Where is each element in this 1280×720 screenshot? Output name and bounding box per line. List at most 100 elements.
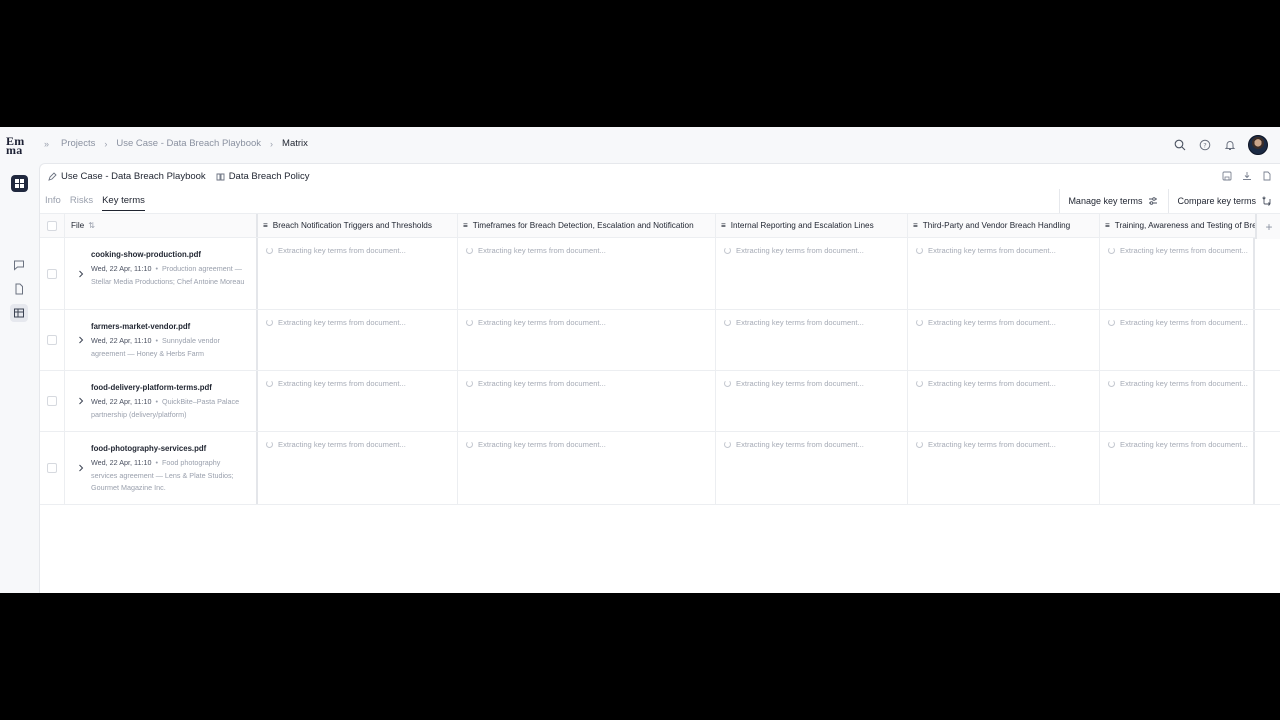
table-row[interactable]: food-photography-services.pdf Wed, 22 Ap… [40, 432, 1280, 505]
key-term-cell[interactable]: Extracting key terms from document... [1100, 432, 1255, 504]
breadcrumb-projects[interactable]: Projects [61, 138, 95, 149]
breadcrumb-use-case[interactable]: Use Case - Data Breach Playbook [116, 138, 261, 149]
sliders-icon [1149, 197, 1158, 205]
column-header-breach-triggers[interactable]: ≡ Breach Notification Triggers and Thresh… [258, 214, 458, 237]
loading-spinner-icon [266, 380, 273, 387]
emma-logo[interactable]: Em ma [6, 135, 25, 156]
svg-text:?: ? [1203, 141, 1206, 149]
row-checkbox[interactable] [47, 335, 57, 345]
loading-spinner-icon [1108, 319, 1115, 326]
file-name[interactable]: cooking-show-production.pdf [91, 250, 246, 259]
loading-spinner-icon [266, 441, 273, 448]
loading-spinner-icon [724, 247, 731, 254]
key-term-cell[interactable]: Extracting key terms from document... [716, 310, 908, 370]
file-name[interactable]: farmers-market-vendor.pdf [91, 322, 246, 331]
loading-spinner-icon [466, 441, 473, 448]
key-term-cell[interactable]: Extracting key terms from document... [908, 238, 1100, 309]
key-term-cell[interactable]: Extracting key terms from document... [716, 432, 908, 504]
workspace-grid-icon[interactable] [11, 175, 28, 192]
column-header-third-party[interactable]: ≡ Third-Party and Vendor Breach Handling [908, 214, 1100, 237]
loading-spinner-icon [466, 319, 473, 326]
tab-risks[interactable]: Risks [70, 195, 93, 211]
file-meta: Wed, 22 Apr, 11:10 • Production agreemen… [91, 264, 245, 286]
chat-icon[interactable] [10, 256, 28, 274]
file-name[interactable]: food-photography-services.pdf [91, 444, 246, 453]
save-icon[interactable] [1222, 171, 1232, 181]
key-term-cell[interactable]: Extracting key terms from document... [716, 371, 908, 431]
row-checkbox-cell [40, 238, 65, 309]
select-all-checkbox[interactable] [47, 220, 57, 231]
key-term-cell[interactable]: Extracting key terms from document... [908, 432, 1100, 504]
export-file-icon[interactable] [1262, 171, 1272, 181]
loading-spinner-icon [724, 380, 731, 387]
key-term-cell[interactable]: Extracting key terms from document... [458, 238, 716, 309]
row-checkbox[interactable] [47, 463, 57, 473]
loading-spinner-icon [1108, 247, 1115, 254]
breadcrumb-current: Matrix [282, 138, 308, 149]
doc-tab-use-case[interactable]: Use Case - Data Breach Playbook [48, 171, 206, 182]
column-header-timeframes[interactable]: ≡ Timeframes for Breach Detection, Escala… [458, 214, 716, 237]
key-term-cell[interactable]: Extracting key terms from document... [716, 238, 908, 309]
breadcrumb: » Projects › Use Case - Data Breach Play… [44, 138, 308, 149]
text-lines-icon: ≡ [721, 221, 726, 230]
key-term-cell[interactable]: Extracting key terms from document... [908, 310, 1100, 370]
chevron-right-icon[interactable] [77, 464, 85, 472]
tab-key-terms[interactable]: Key terms [102, 195, 145, 211]
key-term-cell[interactable]: Extracting key terms from document... [258, 371, 458, 431]
loading-spinner-icon [466, 247, 473, 254]
tab-info[interactable]: Info [45, 195, 61, 211]
file-name[interactable]: food-delivery-platform-terms.pdf [91, 383, 246, 392]
loading-spinner-icon [724, 441, 731, 448]
file-meta: Wed, 22 Apr, 11:10 • QuickBite–Pasta Pal… [91, 397, 240, 419]
table-row[interactable]: food-delivery-platform-terms.pdf Wed, 22… [40, 371, 1280, 432]
doc-tab-policy[interactable]: Data Breach Policy [216, 171, 309, 182]
key-term-cell[interactable]: Extracting key terms from document... [258, 238, 458, 309]
app-window: Em ma » Projects › Use Case - Data Breac… [0, 127, 1280, 593]
bell-icon[interactable] [1223, 138, 1237, 152]
row-checkbox[interactable] [47, 396, 57, 406]
user-avatar[interactable] [1248, 135, 1268, 155]
chevron-right-icon[interactable] [77, 336, 85, 344]
key-term-cell[interactable]: Extracting key terms from document... [458, 432, 716, 504]
file-column-header[interactable]: File ⇅ [65, 214, 258, 237]
row-checkbox[interactable] [47, 268, 57, 279]
loading-spinner-icon [916, 319, 923, 326]
document-tabs: Use Case - Data Breach Playbook Data Bre… [48, 171, 309, 182]
loading-spinner-icon [266, 319, 273, 326]
key-term-cell[interactable]: Extracting key terms from document... [258, 310, 458, 370]
key-term-cell[interactable]: Extracting key terms from document... [458, 371, 716, 431]
panel-actions [1222, 171, 1272, 181]
pencil-icon [48, 172, 57, 181]
key-term-cell[interactable]: Extracting key terms from document... [1100, 238, 1255, 309]
table-row[interactable]: cooking-show-production.pdf Wed, 22 Apr,… [40, 238, 1280, 310]
matrix-panel: Use Case - Data Breach Playbook Data Bre… [39, 163, 1280, 593]
help-icon[interactable]: ? [1198, 138, 1212, 152]
chevron-right-icon[interactable] [77, 270, 85, 278]
text-lines-icon: ≡ [263, 221, 268, 230]
text-lines-icon: ≡ [1105, 221, 1110, 230]
key-term-cell[interactable]: Extracting key terms from document... [458, 310, 716, 370]
select-all-checkbox-cell [40, 214, 65, 237]
search-icon[interactable] [1173, 138, 1187, 152]
column-header-training[interactable]: ≡ Training, Awareness and Testing of Brea… [1100, 214, 1255, 237]
chevron-right-icon[interactable] [77, 397, 85, 405]
row-checkbox-cell [40, 371, 65, 431]
compare-key-terms-button[interactable]: Compare key terms [1168, 189, 1272, 213]
table-row[interactable]: farmers-market-vendor.pdf Wed, 22 Apr, 1… [40, 310, 1280, 371]
key-term-cell[interactable]: Extracting key terms from document... [1100, 310, 1255, 370]
key-term-cell[interactable]: Extracting key terms from document... [908, 371, 1100, 431]
loading-spinner-icon [916, 380, 923, 387]
document-icon[interactable] [10, 280, 28, 298]
sub-tabs: Info Risks Key terms [45, 195, 145, 211]
chevron-right-icon: › [104, 138, 108, 149]
manage-key-terms-button[interactable]: Manage key terms [1059, 189, 1168, 213]
column-header-internal-reporting[interactable]: ≡ Internal Reporting and Escalation Lines [716, 214, 908, 237]
expand-sidebar-icon[interactable]: » [44, 139, 49, 149]
key-term-cell[interactable]: Extracting key terms from document... [258, 432, 458, 504]
file-meta: Wed, 22 Apr, 11:10 • Food photography se… [91, 458, 234, 493]
key-term-cell[interactable]: Extracting key terms from document... [1100, 371, 1255, 431]
matrix-table-icon[interactable] [10, 304, 28, 322]
download-icon[interactable] [1242, 171, 1252, 181]
sort-icon[interactable]: ⇅ [88, 221, 95, 230]
add-column-icon[interactable]: + [1255, 214, 1280, 239]
